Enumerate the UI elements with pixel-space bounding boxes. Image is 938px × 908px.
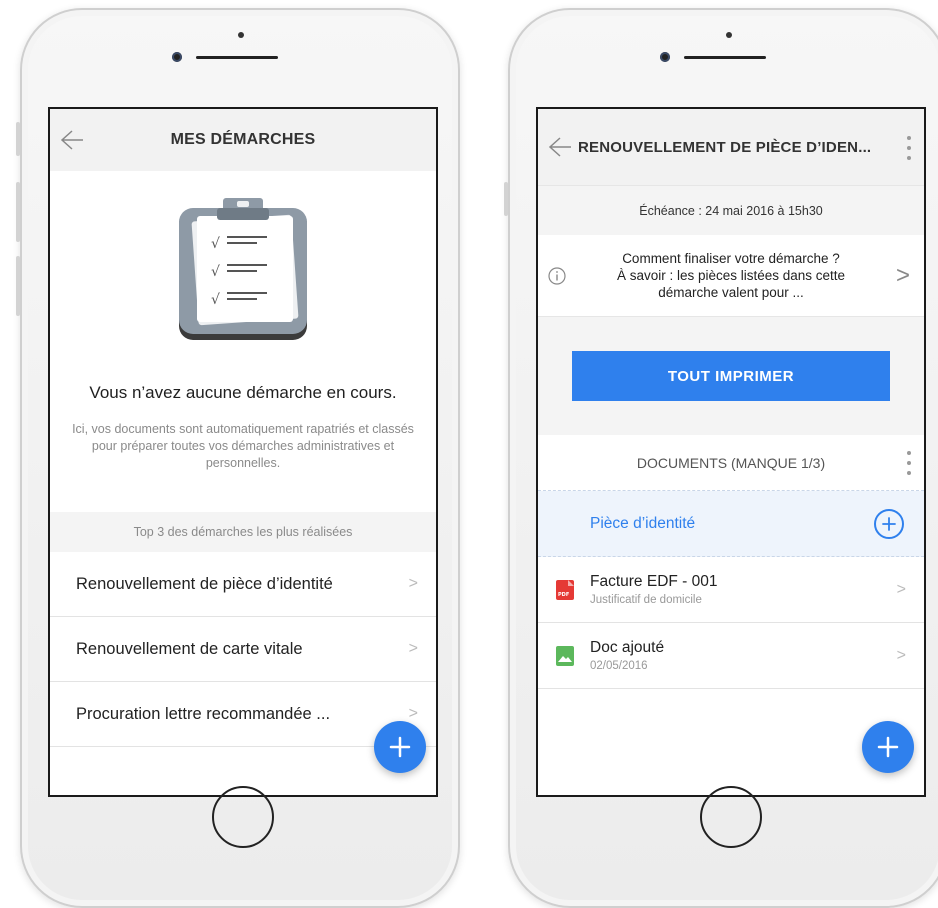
chevron-right-icon: > — [896, 580, 906, 598]
documents-heading: DOCUMENTS (MANQUE 1/3) — [538, 435, 924, 491]
list-item[interactable]: Renouvellement de pièce d’identité > — [50, 552, 436, 617]
back-arrow-icon[interactable] — [58, 127, 84, 153]
front-camera — [660, 52, 670, 62]
info-line-1: Comment finaliser votre démarche ? — [622, 251, 840, 266]
back-arrow-icon[interactable] — [546, 134, 572, 160]
pdf-icon: PDF — [556, 579, 574, 600]
more-options-icon[interactable] — [904, 451, 914, 475]
add-document-button[interactable] — [874, 508, 904, 539]
screen-left: MES DÉMARCHES √ √ √ Vous n’avez aucune d… — [48, 107, 438, 797]
plus-icon — [882, 516, 896, 531]
print-all-button[interactable]: TOUT IMPRIMER — [572, 351, 890, 401]
svg-text:√: √ — [211, 236, 220, 252]
list-item-label: Renouvellement de carte vitale — [76, 639, 303, 658]
list-item-label: Procuration lettre recommandée ... — [76, 704, 331, 723]
document-text: Doc ajouté 02/05/2016 — [590, 639, 897, 672]
mute-switch — [16, 122, 20, 156]
info-line-3: démarche valent pour ... — [658, 285, 804, 300]
clipboard-icon: √ √ √ — [179, 198, 307, 340]
document-text: Facture EDF - 001 Justificatif de domici… — [590, 573, 897, 606]
chevron-right-icon: > — [896, 646, 906, 664]
proximity-sensor — [726, 32, 732, 38]
document-subtitle: 02/05/2016 — [590, 660, 648, 672]
add-button[interactable] — [862, 721, 914, 773]
list-item-label: Renouvellement de pièce d’identité — [76, 574, 333, 593]
documents-heading-label: DOCUMENTS (MANQUE 1/3) — [636, 454, 826, 471]
front-camera — [172, 52, 182, 62]
document-row[interactable]: PDF Facture EDF - 001 Justificatif de do… — [538, 557, 924, 623]
svg-text:PDF: PDF — [558, 592, 569, 598]
chevron-right-icon: > — [895, 261, 910, 289]
top-bar: MES DÉMARCHES — [50, 109, 436, 171]
plus-icon — [389, 736, 411, 758]
info-text: Comment finaliser votre démarche ? À sav… — [566, 250, 896, 301]
document-title: Facture EDF - 001 — [590, 573, 718, 590]
earpiece-speaker — [684, 56, 766, 59]
more-options-icon[interactable] — [904, 136, 914, 160]
volume-up-button — [16, 182, 20, 242]
empty-illustration: √ √ √ — [50, 171, 436, 346]
svg-text:√: √ — [211, 292, 220, 308]
empty-state-title: Vous n’avez aucune démarche en cours. — [89, 383, 397, 402]
print-section: TOUT IMPRIMER — [538, 317, 924, 435]
phone-frame-right: RENOUVELLEMENT DE PIÈCE D’IDEN... Échéan… — [504, 8, 938, 908]
svg-text:√: √ — [211, 264, 220, 280]
empty-state-description: Ici, vos documents sont automatiquement … — [72, 422, 414, 470]
mute-switch — [504, 182, 508, 216]
info-line-2: À savoir : les pièces listées dans cette — [616, 268, 846, 283]
document-title: Doc ajouté — [590, 639, 665, 656]
missing-document-row[interactable]: Pièce d’identité — [538, 491, 924, 557]
info-row[interactable]: Comment finaliser votre démarche ? À sav… — [538, 235, 924, 317]
home-button[interactable] — [212, 786, 274, 848]
page-title: RENOUVELLEMENT DE PIÈCE D’IDEN... — [578, 138, 872, 156]
chevron-right-icon: > — [408, 705, 418, 722]
top-bar: RENOUVELLEMENT DE PIÈCE D’IDEN... — [538, 109, 924, 185]
list-item[interactable]: Renouvellement de carte vitale > — [50, 617, 436, 682]
volume-down-button — [16, 256, 20, 316]
home-button[interactable] — [700, 786, 762, 848]
proximity-sensor — [238, 32, 244, 38]
page-title: MES DÉMARCHES — [170, 131, 316, 148]
screen-right: RENOUVELLEMENT DE PIÈCE D’IDEN... Échéan… — [536, 107, 926, 797]
earpiece-speaker — [196, 56, 278, 59]
deadline-bar: Échéance : 24 mai 2016 à 15h30 — [538, 185, 924, 235]
document-row[interactable]: Doc ajouté 02/05/2016 > — [538, 623, 924, 689]
document-subtitle: Justificatif de domicile — [590, 594, 702, 606]
add-button[interactable] — [374, 721, 426, 773]
missing-document-label: Pièce d’identité — [590, 514, 696, 532]
phone-frame-left: MES DÉMARCHES √ √ √ Vous n’avez aucune d… — [16, 8, 460, 908]
image-icon — [556, 645, 574, 666]
chevron-right-icon: > — [408, 640, 418, 657]
info-icon — [548, 266, 566, 285]
top-section-heading: Top 3 des démarches les plus réalisées — [50, 512, 436, 552]
plus-icon — [877, 736, 899, 758]
chevron-right-icon: > — [408, 575, 418, 592]
